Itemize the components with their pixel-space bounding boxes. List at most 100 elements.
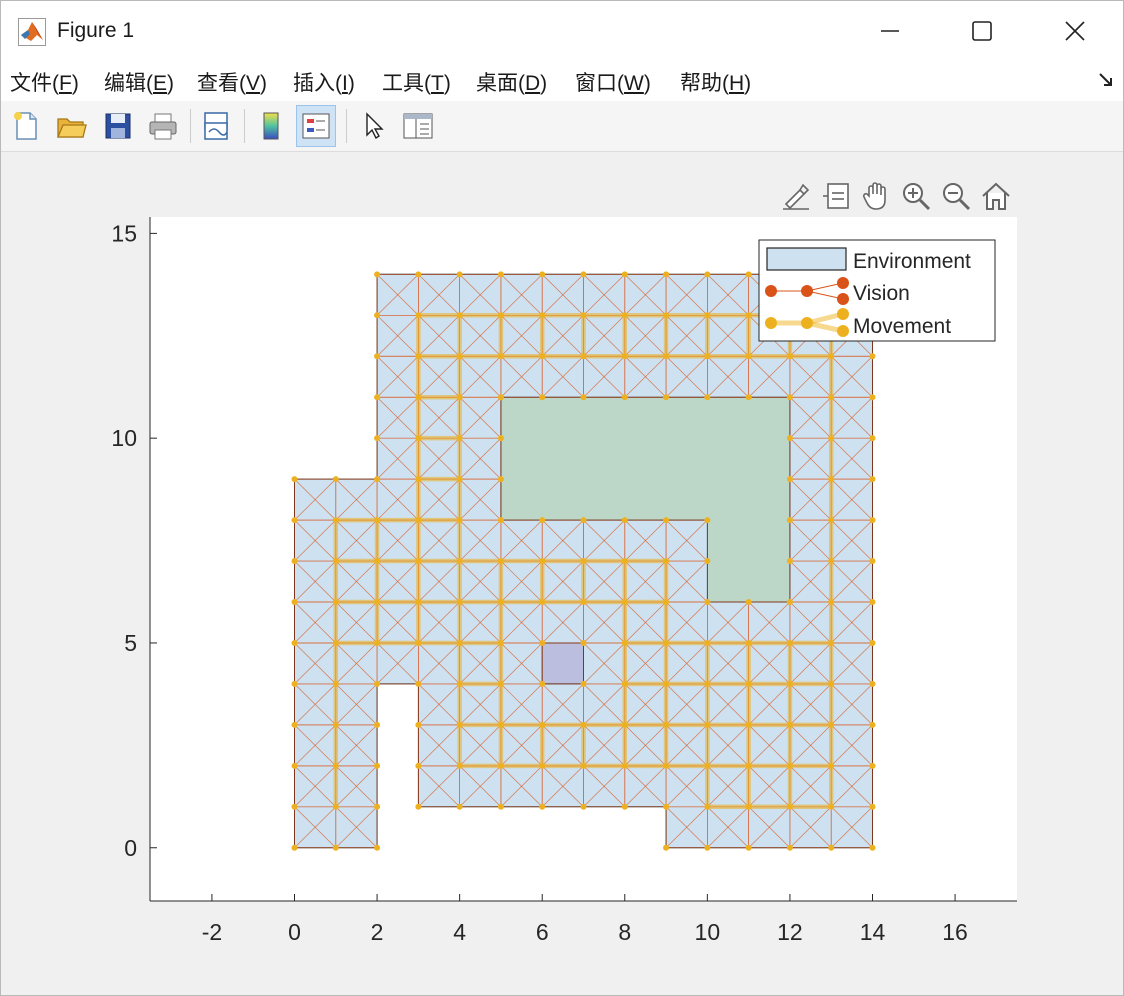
graph-node	[456, 558, 463, 565]
graph-node	[497, 353, 504, 360]
graph-node	[869, 353, 876, 360]
graph-node	[580, 312, 587, 319]
graph-node	[663, 558, 670, 565]
graph-node	[374, 762, 381, 769]
graph-node	[332, 476, 339, 483]
graph-node	[456, 762, 463, 769]
legend-movement-marker	[837, 325, 849, 337]
graph-node	[621, 271, 628, 278]
graph-node	[745, 353, 752, 360]
graph-node	[497, 312, 504, 319]
graph-node	[291, 844, 298, 851]
graph-node	[415, 599, 422, 606]
graph-node	[621, 394, 628, 401]
graph-node	[415, 394, 422, 401]
figure-window: Figure 1 文件(F) 编辑(E) 查看(V) 插入(I) 工具(T) 桌…	[0, 0, 1124, 996]
graph-node	[539, 639, 546, 646]
brush-button[interactable]	[777, 176, 815, 216]
graph-node	[786, 639, 793, 646]
graph-nodes-layer	[291, 271, 876, 851]
zoom-in-icon	[903, 183, 931, 211]
graph-node	[415, 639, 422, 646]
graph-node	[539, 680, 546, 687]
graph-node	[663, 271, 670, 278]
graph-node	[374, 271, 381, 278]
graph-node	[621, 803, 628, 810]
graph-node	[704, 271, 711, 278]
legend-environment-label: Environment	[853, 250, 971, 273]
graph-node	[332, 762, 339, 769]
graph-node	[786, 353, 793, 360]
graph-node	[456, 721, 463, 728]
graph-node	[828, 353, 835, 360]
graph-node	[704, 394, 711, 401]
graph-node	[704, 312, 711, 319]
graph-node	[580, 680, 587, 687]
graph-node	[869, 680, 876, 687]
graph-node	[704, 639, 711, 646]
graph-node	[456, 435, 463, 442]
obstacle-polygon	[541, 642, 584, 685]
graph-node	[456, 599, 463, 606]
graph-node	[663, 639, 670, 646]
data-tips-button[interactable]	[817, 176, 855, 216]
graph-node	[497, 394, 504, 401]
graph-node	[745, 312, 752, 319]
graph-node	[580, 721, 587, 728]
graph-node	[374, 353, 381, 360]
legend-vision-marker	[801, 285, 813, 297]
graph-node	[580, 803, 587, 810]
graph-node	[745, 844, 752, 851]
plot-canvas: -2 0 2 4 6 8 10 12 14 16 0 5 10 15 Environment Vision…	[111, 217, 1017, 945]
graph-node	[497, 476, 504, 483]
pan-button[interactable]	[857, 176, 895, 216]
graph-node	[869, 844, 876, 851]
graph-node	[621, 517, 628, 524]
zoom-out-button[interactable]	[937, 176, 975, 216]
graph-node	[621, 599, 628, 606]
graph-node	[456, 394, 463, 401]
legend-vision-marker	[765, 285, 777, 297]
graph-node	[332, 517, 339, 524]
legend[interactable]: Environment Vision Movement	[758, 239, 996, 342]
graph-node	[786, 844, 793, 851]
graph-node	[415, 721, 422, 728]
restore-view-button[interactable]	[977, 176, 1015, 216]
graph-node	[332, 599, 339, 606]
x-tick-label: 10	[695, 919, 721, 945]
graph-node	[291, 721, 298, 728]
graph-node	[291, 639, 298, 646]
graph-node	[497, 803, 504, 810]
graph-node	[869, 639, 876, 646]
graph-node	[704, 599, 711, 606]
graph-node	[786, 558, 793, 565]
graph-node	[291, 599, 298, 606]
graph-node	[456, 517, 463, 524]
graph-node	[415, 762, 422, 769]
graph-node	[828, 394, 835, 401]
graph-node	[415, 680, 422, 687]
graph-node	[704, 680, 711, 687]
graph-node	[704, 803, 711, 810]
graph-node	[374, 639, 381, 646]
pan-hand-icon	[862, 182, 886, 210]
graph-node	[745, 803, 752, 810]
graph-node	[580, 394, 587, 401]
graph-node	[704, 844, 711, 851]
graph-node	[291, 558, 298, 565]
graph-node	[828, 476, 835, 483]
graph-node	[539, 353, 546, 360]
graph-node	[704, 353, 711, 360]
graph-node	[374, 721, 381, 728]
graph-node	[869, 762, 876, 769]
graph-node	[704, 762, 711, 769]
graph-node	[704, 558, 711, 565]
graph-node	[497, 762, 504, 769]
graph-node	[580, 558, 587, 565]
graph-node	[869, 721, 876, 728]
graph-node	[745, 762, 752, 769]
zoom-in-button[interactable]	[897, 176, 935, 216]
graph-node	[497, 639, 504, 646]
y-tick-label: 5	[124, 630, 137, 656]
graph-node	[456, 476, 463, 483]
